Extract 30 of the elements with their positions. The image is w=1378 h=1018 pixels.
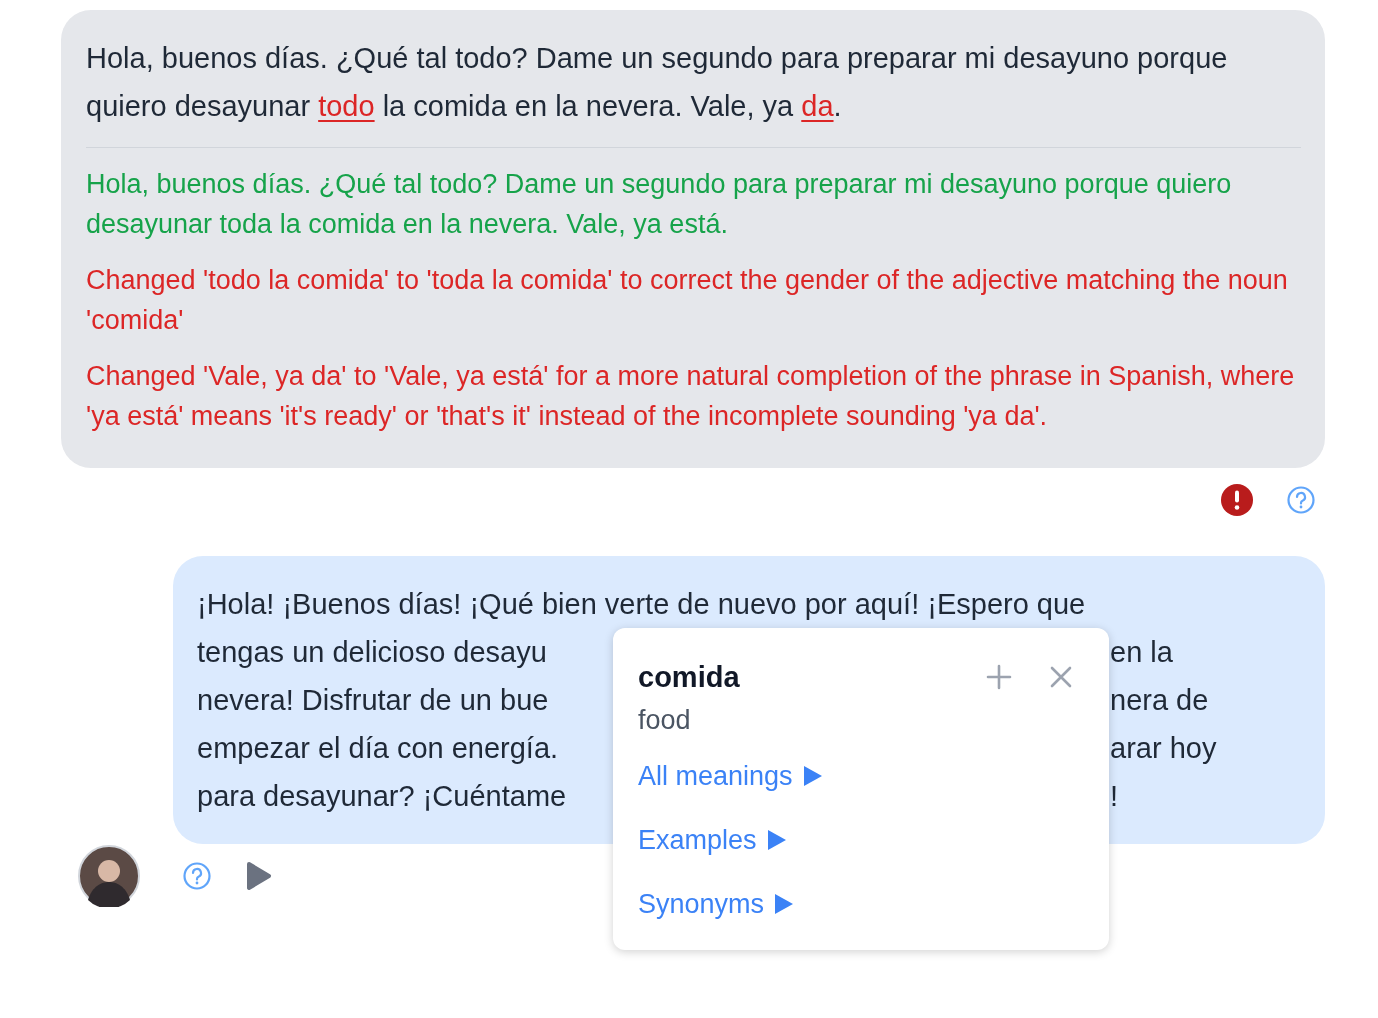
triangle-icon <box>774 893 795 915</box>
popup-link[interactable]: Synonyms <box>638 885 765 923</box>
translation-text: food <box>638 704 691 737</box>
avatar <box>78 845 140 907</box>
correction-explanation: Changed 'todo la comida' to 'toda la comida' to correct the gender of the adjective matching the noun 'comida' <box>86 264 1289 337</box>
message-text: empezar el día con energía. <box>197 731 560 766</box>
message-text: tengas un delicioso desayu <box>197 635 548 670</box>
popup-link[interactable]: All meanings <box>638 757 793 795</box>
triangle-icon <box>766 829 787 851</box>
message-text: para desayunar? ¡Cuéntame <box>197 779 568 814</box>
popup-word: comida <box>638 660 741 695</box>
message-text: nevera! Disfrutar de un bue <box>197 683 550 718</box>
error-word[interactable]: todo <box>318 90 375 122</box>
plus-icon[interactable] <box>986 664 1012 690</box>
message-text: ! <box>1110 779 1120 814</box>
message-text: nera de <box>1110 683 1210 718</box>
error-icon[interactable] <box>1220 483 1254 517</box>
message-text: arar hoy <box>1110 731 1218 766</box>
correction-explanation: Changed 'Vale, ya da' to 'Vale, ya está' for a more natural completion of the phrase in Spanish, where 'ya está' means 'it's ready' or 'that's it' instead of the incomplete sounding 'ya da'. <box>86 360 1296 433</box>
help-icon[interactable] <box>1287 486 1315 514</box>
message-text: ¡Hola! ¡Buenos días! ¡Qué bien verte de nuevo por aquí! ¡Espero que <box>197 587 1087 622</box>
help-icon[interactable] <box>183 862 211 890</box>
message-text: en la <box>1110 635 1174 670</box>
popup-link[interactable]: Examples <box>638 821 757 859</box>
error-word[interactable]: da <box>801 90 834 122</box>
play-icon[interactable] <box>246 861 272 891</box>
triangle-icon <box>802 765 823 787</box>
close-icon[interactable] <box>1050 666 1072 688</box>
message-text: Hola, buenos días. ¿Qué tal todo? Dame un segundo para preparar mi desayuno porque quiero desayunar todo la comida en la nevera. Vale, ya da. <box>86 41 1229 124</box>
corrected-text: Hola, buenos días. ¿Qué tal todo? Dame un segundo para preparar mi desayuno porque quiero desayunar toda la comida en la nevera. Vale, ya está. <box>86 168 1233 241</box>
